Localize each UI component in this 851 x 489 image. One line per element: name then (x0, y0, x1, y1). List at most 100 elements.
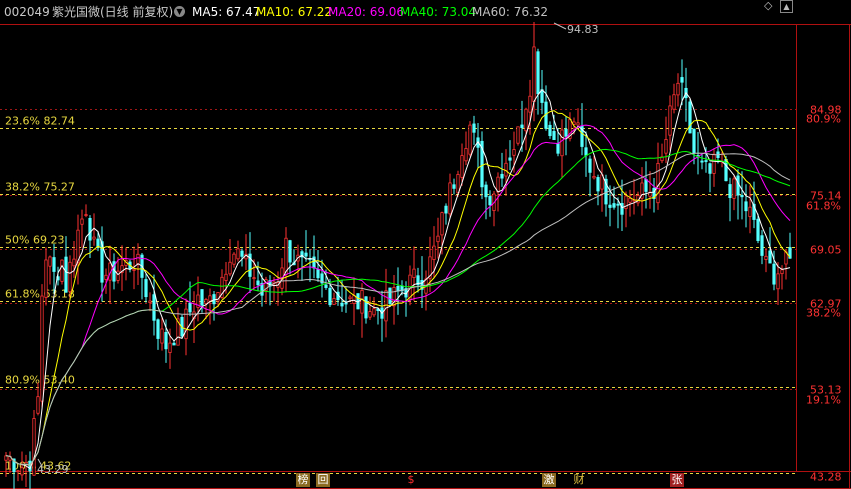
event-limit-up-icon[interactable]: 张 (670, 473, 684, 487)
candle-body (432, 245, 436, 260)
candle-body (472, 123, 476, 133)
candle-body (348, 296, 352, 300)
candle-body (316, 269, 320, 279)
candle-body (184, 308, 188, 340)
diamond-icon[interactable]: ◇ (764, 0, 772, 12)
candle-body (200, 289, 204, 306)
candle-body (608, 204, 612, 208)
candle-body (228, 261, 232, 275)
candle-body (368, 311, 372, 318)
candle-body (668, 105, 672, 136)
dropdown-circle-icon[interactable]: ▼ (174, 6, 185, 17)
candle-body (592, 175, 596, 179)
candle-body (60, 259, 64, 282)
pct-tick-label: 38.2% (806, 307, 841, 320)
candle-body (516, 126, 520, 144)
candle-body (144, 279, 148, 298)
candle-body (484, 184, 488, 198)
candle-body (152, 294, 156, 321)
price-tick-label: 43.28 (810, 471, 842, 484)
pct-tick-label: 61.8% (806, 199, 841, 212)
candle-body (512, 149, 516, 156)
candle-body (644, 179, 648, 192)
candle-body (92, 236, 96, 240)
candle-body (768, 250, 772, 264)
candle-body (84, 214, 88, 216)
candle-body (32, 418, 36, 476)
candle-body (48, 256, 52, 267)
candle-body (664, 139, 668, 154)
candle-body (468, 124, 472, 155)
pct-tick-label: 19.1% (806, 393, 841, 406)
candle-body (444, 205, 448, 214)
candle-body (464, 148, 468, 162)
candle-body (744, 201, 748, 212)
candle-body (256, 280, 260, 286)
candle-body (732, 178, 736, 199)
high-annotation: 94.83 (567, 23, 599, 36)
candle-body (64, 256, 68, 293)
event-dividend-icon[interactable]: $ (404, 473, 418, 487)
candle-body (332, 298, 336, 305)
candle-body (364, 296, 368, 319)
candle-body (352, 295, 356, 304)
candle-body (168, 342, 172, 353)
candle-body (500, 173, 504, 179)
candle-body (676, 82, 680, 96)
candle-body (212, 294, 216, 305)
candle-body (704, 160, 708, 162)
candle-body (172, 342, 176, 346)
candle-body (588, 158, 592, 173)
candle-body (16, 470, 20, 473)
candle-body (80, 218, 84, 225)
low-annotation: 43.29 (37, 463, 69, 476)
candle-body (104, 274, 108, 280)
event-reply-icon[interactable]: 回 (316, 473, 330, 487)
ma40-label: MA40: 73.04 (400, 5, 477, 19)
candle-body (692, 128, 696, 154)
candle-body (188, 302, 192, 313)
kline-chart[interactable]: 23.6% 82.7438.2% 75.2750% 69.2361.8% 63.… (0, 0, 851, 489)
candle-body (372, 308, 376, 316)
candle-body (252, 277, 256, 280)
candle-body (4, 455, 8, 461)
candle-body (680, 77, 684, 83)
candle-body (448, 182, 452, 215)
candle-body (552, 131, 556, 141)
candle-body (460, 155, 464, 178)
candle-body (560, 129, 564, 157)
candle-body (324, 284, 328, 288)
event-alert-icon[interactable]: 激 (542, 473, 556, 487)
candle-body (708, 163, 712, 174)
candle-body (72, 258, 76, 267)
candle-body (612, 203, 616, 208)
event-rank-icon[interactable]: 榜 (296, 473, 310, 487)
collapse-arrow-icon[interactable]: ▲ (780, 0, 793, 13)
candle-body (740, 194, 744, 198)
candle-body (760, 235, 764, 256)
candle-body (780, 269, 784, 275)
event-finance-icon[interactable]: 财 (572, 473, 586, 487)
fib-label: 38.2% 75.27 (5, 181, 75, 194)
candle-body (728, 184, 732, 198)
period-label[interactable]: (日线 前复权) (100, 0, 173, 24)
candle-body (488, 195, 492, 206)
candle-body (160, 328, 164, 344)
candle-body (52, 257, 56, 272)
candle-body (504, 162, 508, 177)
candle-body (564, 128, 568, 137)
candle-body (548, 124, 552, 137)
candle-body (456, 174, 460, 194)
candle-body (344, 302, 348, 305)
candle-body (148, 300, 152, 303)
candle-body (772, 263, 776, 285)
candle-body (232, 253, 236, 265)
candle-body (340, 302, 344, 307)
candle-body (156, 319, 160, 339)
candle-body (540, 89, 544, 103)
price-tick-label: 69.05 (810, 244, 842, 257)
candle-body (536, 51, 540, 95)
candle-body (68, 261, 72, 293)
candle-body (360, 289, 364, 314)
ma5-label: MA5: 67.47 (192, 5, 261, 19)
